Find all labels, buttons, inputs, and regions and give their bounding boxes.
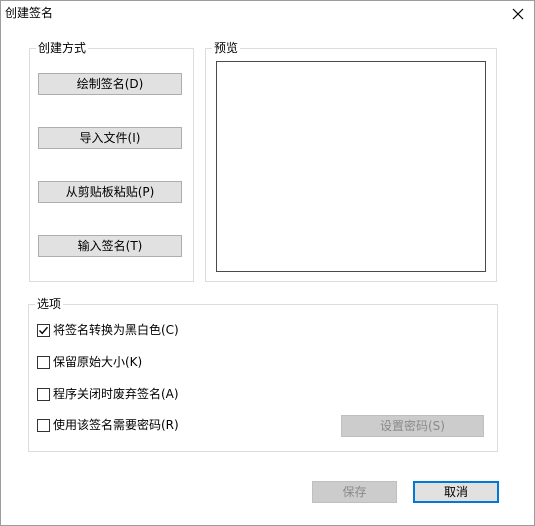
discard-on-close-option[interactable]: 程序关闭时废弃签名(A) <box>37 387 179 401</box>
save-button[interactable]: 保存 <box>312 481 397 503</box>
create-method-label: 创建方式 <box>36 41 89 55</box>
cancel-button[interactable]: 取消 <box>413 481 499 503</box>
dialog-title: 创建签名 <box>5 6 54 20</box>
signature-preview-area <box>216 61 486 272</box>
close-button[interactable] <box>508 4 528 24</box>
create-signature-dialog: 创建签名 创建方式 绘制签名(D) 导入文件(I) 从剪贴板粘贴(P) 输入签名… <box>0 0 535 526</box>
import-file-button[interactable]: 导入文件(I) <box>38 127 182 149</box>
convert-black-white-option[interactable]: 将签名转换为黑白色(C) <box>37 323 179 337</box>
preview-label: 预览 <box>212 41 241 55</box>
checkmark-icon <box>38 326 49 334</box>
convert-black-white-checkbox[interactable] <box>37 323 50 337</box>
convert-black-white-label: 将签名转换为黑白色(C) <box>53 323 179 337</box>
require-password-label: 使用该签名需要密码(R) <box>53 418 179 432</box>
require-password-checkbox[interactable] <box>37 418 50 432</box>
type-signature-button[interactable]: 输入签名(T) <box>38 235 182 257</box>
paste-from-clipboard-button[interactable]: 从剪贴板粘贴(P) <box>38 181 182 203</box>
discard-on-close-checkbox[interactable] <box>37 387 50 401</box>
require-password-option[interactable]: 使用该签名需要密码(R) <box>37 418 179 432</box>
set-password-button[interactable]: 设置密码(S) <box>341 415 484 437</box>
close-icon <box>512 8 524 20</box>
keep-original-size-label: 保留原始大小(K) <box>53 355 143 369</box>
keep-original-size-option[interactable]: 保留原始大小(K) <box>37 355 142 369</box>
draw-signature-button[interactable]: 绘制签名(D) <box>38 73 182 95</box>
discard-on-close-label: 程序关闭时废弃签名(A) <box>53 387 179 401</box>
keep-original-size-checkbox[interactable] <box>37 355 50 369</box>
options-label: 选项 <box>35 297 64 311</box>
